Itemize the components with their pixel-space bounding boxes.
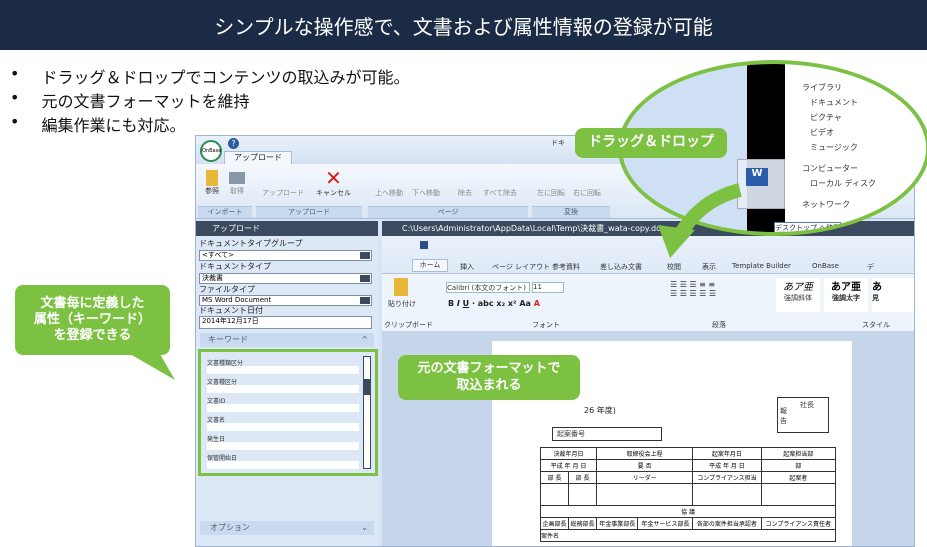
approval-table: 決裁年月日 取締役会上程 起案年月日 起案担当部 平成 年 月 日要 否平成 年 月 …	[540, 447, 837, 542]
upload-panel: アップロード ドキュメントタイプグループ <すべて> ドキュメントタイプ 決裁書…	[196, 221, 378, 546]
tab-upload[interactable]: アップロード	[224, 151, 292, 164]
keyword-input[interactable]	[207, 404, 359, 412]
doctype-select[interactable]: 決裁書	[199, 273, 372, 284]
word-tab[interactable]: OnBase	[812, 262, 839, 270]
paste-button[interactable]: 貼り付け	[388, 299, 416, 309]
group-clipboard: クリップボード	[384, 321, 433, 329]
upload-button[interactable]: アップロード	[258, 188, 308, 198]
onbase-logo[interactable]: OnBase	[200, 140, 222, 162]
group-paragraph: 段落	[712, 321, 726, 329]
panel-header: アップロード	[196, 221, 378, 236]
callout-drag-drop: ドラッグ＆ドロップ	[575, 128, 727, 158]
style-gallery[interactable]: あア亜 強調斜体 あア亜 強調太字 あ見	[776, 278, 914, 314]
font-format-buttons[interactable]: B I U · abc x₂ x² Aa A	[448, 299, 540, 308]
word-tab[interactable]: 挿入	[460, 262, 474, 272]
move-up-button[interactable]: 上へ移動	[371, 188, 407, 198]
field-label: ドキュメントタイプグループ	[199, 239, 303, 248]
field-label: ファイルタイプ	[199, 285, 255, 294]
bullet: • 編集作業にも対応。	[10, 112, 186, 135]
word-tab[interactable]: デ	[867, 262, 874, 272]
paragraph-buttons[interactable]: ☰ ☰ ☰ ≡ ≡ ☰ ☰ ☰ ☰ ☰	[670, 280, 766, 314]
group-font: フォント	[532, 321, 560, 329]
callout-format: 元の文書フォーマットで 取込まれる	[398, 355, 580, 400]
save-icon[interactable]	[420, 241, 428, 249]
remove-all-button[interactable]: すべて除去	[480, 188, 520, 198]
word-tab[interactable]: 差し込み文書	[600, 262, 642, 272]
font-select[interactable]: Calibri (本文のフォント)	[446, 282, 530, 293]
explorer-tree[interactable]: ライブラリ ドキュメント ピクチャ ビデオ ミュージック コンピューター ローカル ディスク…	[802, 80, 876, 212]
callout-tail	[130, 354, 175, 380]
keyword-input[interactable]	[207, 461, 359, 469]
scrollbar[interactable]	[363, 356, 371, 469]
field-label: ドキュメント日付	[199, 306, 263, 315]
bullet: • ドラッグ＆ドロップでコンテンツの取込みが可能。	[10, 64, 410, 87]
bullet: • 元の文書フォーマットを維持	[10, 88, 250, 111]
browse-button[interactable]: 参照	[202, 170, 222, 200]
window-title: ドキ	[551, 139, 565, 147]
word-tab[interactable]: 校閲	[667, 262, 681, 272]
group-styles: スタイル	[862, 321, 890, 329]
rotate-left-button[interactable]: 左に回転	[534, 188, 568, 198]
field-label: ドキュメントタイプ	[199, 262, 271, 271]
callout-keyword: 文書毎に定義した 属性（キーワード） を登録できる	[15, 285, 170, 355]
keyword-header[interactable]: キーワード ^	[200, 333, 374, 347]
word-tab-home[interactable]: ホーム	[412, 259, 448, 272]
rotate-right-button[interactable]: 右に回転	[570, 188, 604, 198]
slide-title: シンプルな操作感で、文書および属性情報の登録が可能	[0, 0, 927, 50]
cancel-button[interactable]: ✕ キャンセル	[311, 168, 356, 198]
keyword-input[interactable]	[207, 423, 359, 431]
doc-date-input[interactable]: 2014年12月17日	[199, 316, 372, 329]
word-tab[interactable]: Template Builder	[732, 262, 791, 270]
help-icon[interactable]: ?	[228, 138, 239, 149]
font-size-select[interactable]: 11	[532, 282, 564, 293]
options-header[interactable]: オプション ⌄	[200, 521, 374, 535]
keyword-input[interactable]	[207, 366, 359, 374]
remove-button[interactable]: 除去	[452, 188, 478, 198]
word-tab[interactable]: 表示	[702, 262, 716, 272]
keyword-input[interactable]	[207, 385, 359, 393]
doc-heading: 26 年度)	[584, 406, 616, 415]
move-down-button[interactable]: 下へ移動	[408, 188, 444, 198]
group-import: インポート	[198, 206, 252, 218]
word-tab[interactable]: ページ レイアウト	[492, 262, 550, 272]
group-convert: 変換	[532, 206, 610, 218]
keyword-input[interactable]	[207, 442, 359, 450]
keyword-list: 文書種類区分 文書種区分 文書ID 文書名 発生日 保管開始日	[198, 349, 378, 476]
scan-button[interactable]: 取得	[226, 170, 248, 200]
paste-icon[interactable]	[394, 278, 408, 296]
group-upload: アップロード	[256, 206, 362, 218]
report-box: 報告 社長	[777, 397, 829, 433]
drag-arrow-icon	[658, 183, 742, 258]
group-page: ページ	[368, 206, 528, 218]
doctype-group-select[interactable]: <すべて>	[199, 250, 372, 261]
kian-number-box: 起案番号	[552, 427, 662, 441]
word-tab[interactable]: 参考資料	[552, 262, 580, 272]
